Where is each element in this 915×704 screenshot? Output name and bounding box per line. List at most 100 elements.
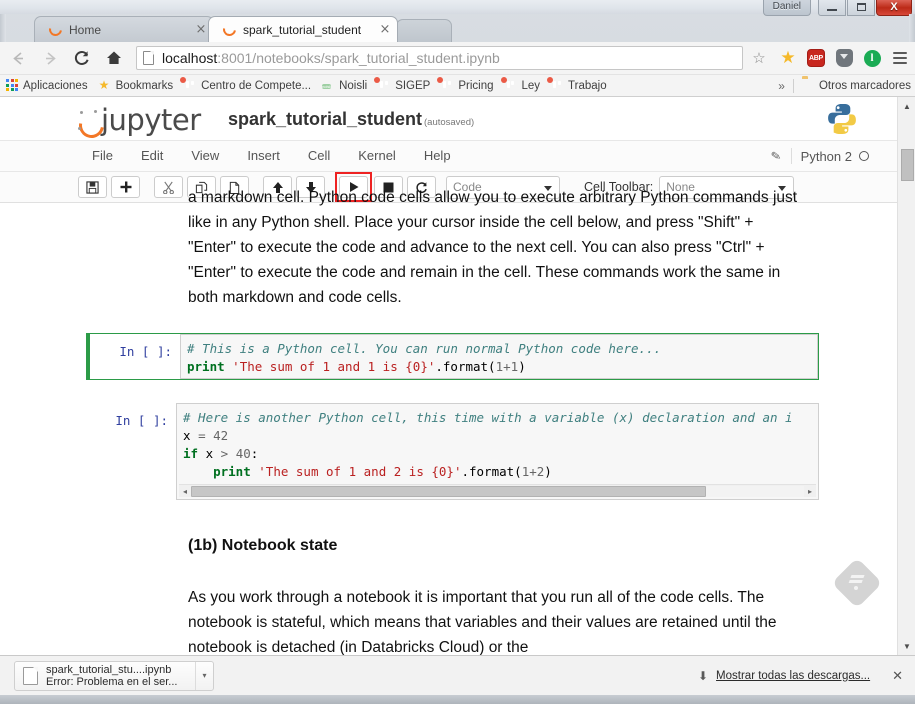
- code-line: if x > 40:: [177, 445, 818, 463]
- code-line: # This is a Python cell. You can run nor…: [181, 340, 817, 358]
- scroll-track[interactable]: [191, 485, 804, 497]
- menu-kernel[interactable]: Kernel: [344, 141, 410, 171]
- code-token: 40: [235, 446, 251, 461]
- star-glyph: ★: [780, 48, 796, 67]
- cell-prompt: In [ ]:: [115, 413, 168, 428]
- bookmark-label: Aplicaciones: [23, 79, 88, 92]
- code-token: print: [187, 359, 225, 374]
- bookmark-pricing[interactable]: Pricing: [437, 77, 494, 92]
- forward-button[interactable]: [36, 44, 64, 72]
- scroll-up-arrow-icon[interactable]: ▲: [898, 97, 915, 115]
- menu-file[interactable]: File: [78, 141, 127, 171]
- back-button[interactable]: [4, 44, 32, 72]
- home-button[interactable]: [100, 44, 128, 72]
- trello-icon: [180, 77, 197, 92]
- address-bar[interactable]: localhost:8001/notebooks/spark_tutorial_…: [136, 46, 743, 70]
- feedly-icon: [849, 575, 865, 591]
- markdown-paragraph-top: a markdown cell. Python code cells allow…: [188, 189, 798, 306]
- pocket-icon[interactable]: l: [859, 45, 885, 71]
- chrome-menu-icon[interactable]: [887, 45, 913, 71]
- bookmark-bookmarks[interactable]: ★ Bookmarks: [99, 79, 174, 92]
- folder-icon: [802, 79, 815, 92]
- cell-input-area[interactable]: # Here is another Python cell, this time…: [176, 403, 819, 500]
- show-all-downloads-link[interactable]: Mostrar todas las descargas...: [716, 670, 870, 682]
- bookmark-label: Bookmarks: [115, 79, 174, 92]
- reload-button[interactable]: [68, 44, 96, 72]
- scissors-icon: [163, 181, 174, 194]
- menu-help[interactable]: Help: [410, 141, 465, 171]
- menu-edit[interactable]: Edit: [127, 141, 177, 171]
- bookmarks-overflow-button[interactable]: »: [778, 79, 785, 93]
- download-menu-caret-icon[interactable]: ▾: [195, 661, 213, 690]
- bookmark-label: Ley: [521, 79, 541, 92]
- browser-tab-home[interactable]: Home ×: [34, 16, 214, 42]
- adblock-plus-icon[interactable]: ABP: [803, 45, 829, 71]
- bookmark-label: Pricing: [458, 79, 494, 92]
- code-line: x = 42: [177, 427, 818, 445]
- kernel-name-label: Python 2: [800, 148, 852, 164]
- trello-icon: [547, 77, 564, 92]
- insert-cell-button[interactable]: [111, 176, 140, 198]
- jupyter-logo[interactable]: jupyter: [78, 103, 201, 137]
- forward-arrow-icon: [45, 51, 56, 65]
- bookmark-manager-star-icon[interactable]: ★: [775, 45, 801, 71]
- bookmark-ley[interactable]: Ley: [500, 77, 541, 92]
- code-token: 'The sum of 1 and 2 is {0}': [258, 464, 462, 479]
- bookmark-centro-de-competencia[interactable]: Centro de Compete...: [180, 77, 311, 92]
- markdown-paragraph-bottom: As you work through a notebook it is imp…: [188, 589, 777, 655]
- cell-input-area[interactable]: # This is a Python cell. You can run nor…: [180, 334, 818, 379]
- trello-icon: [374, 77, 391, 92]
- url-host: localhost: [162, 50, 218, 66]
- downloads-bar-close-icon[interactable]: ✕: [892, 668, 903, 684]
- jupyter-header: jupyter spark_tutorial_student (autosave…: [0, 97, 897, 141]
- scrollbar-thumb[interactable]: [901, 149, 914, 181]
- cut-cell-button[interactable]: [154, 176, 183, 198]
- scroll-thumb[interactable]: [191, 485, 706, 497]
- menu-view[interactable]: View: [177, 141, 233, 171]
- close-icon: X: [890, 1, 898, 13]
- scroll-left-arrow-icon[interactable]: ◂: [179, 487, 191, 496]
- code-token: 42: [213, 428, 229, 443]
- window-bottom-edge: [0, 695, 915, 704]
- download-arrow-icon: ⬇: [697, 668, 709, 683]
- bookmark-folder-otros-marcadores[interactable]: Otros marcadores: [802, 79, 911, 92]
- browser-tabstrip: Home × spark_tutorial_student ×: [0, 14, 915, 42]
- browser-tab-spark-tutorial-student[interactable]: spark_tutorial_student ×: [208, 16, 398, 42]
- scroll-right-arrow-icon[interactable]: ▸: [804, 487, 816, 496]
- bookmark-aplicaciones[interactable]: Aplicaciones: [6, 79, 88, 92]
- autosave-status: (autosaved): [424, 117, 475, 128]
- jupyter-swoosh-icon: [78, 110, 100, 132]
- bookmarks-bar: Aplicaciones ★ Bookmarks Centro de Compe…: [0, 75, 915, 97]
- code-token: :: [250, 446, 259, 461]
- trello-icon: [437, 77, 454, 92]
- code-token: 'The sum of 1 and 1 is {0}': [232, 359, 436, 374]
- divider: [790, 148, 792, 164]
- tab-close-icon[interactable]: ×: [377, 22, 393, 38]
- bookmark-trabajo[interactable]: Trabajo: [547, 77, 607, 92]
- bookmark-star-icon[interactable]: ☆: [747, 49, 771, 67]
- code-cell-2[interactable]: In [ ]: # Here is another Python cell, t…: [86, 403, 819, 500]
- bookmark-sigep[interactable]: SIGEP: [374, 77, 430, 92]
- hamburger-glyph: [893, 49, 907, 67]
- menu-insert[interactable]: Insert: [233, 141, 294, 171]
- code-cell-1[interactable]: In [ ]: # This is a Python cell. You can…: [86, 333, 819, 380]
- cell-horizontal-scrollbar[interactable]: ◂ ▸: [179, 484, 816, 497]
- notebook-title[interactable]: spark_tutorial_student: [228, 109, 422, 130]
- window-titlebar: Daniel X: [0, 0, 915, 16]
- menu-cell[interactable]: Cell: [294, 141, 344, 171]
- kernel-status-area: ✎ Python 2: [769, 148, 869, 164]
- jupyter-circle-icon: [49, 23, 62, 36]
- page-scrollbar[interactable]: ▲ ▼: [897, 97, 915, 655]
- download-status: Error: Problema en el ser...: [46, 675, 178, 688]
- scroll-down-arrow-icon[interactable]: ▼: [898, 637, 915, 655]
- code-line: print 'The sum of 1 and 2 is {0}'.format…: [177, 463, 818, 481]
- new-tab-button[interactable]: [396, 19, 452, 42]
- save-button[interactable]: [78, 176, 107, 198]
- bookmark-label: Trabajo: [568, 79, 607, 92]
- tab-close-icon[interactable]: ×: [193, 22, 209, 38]
- shield-down-icon[interactable]: [831, 45, 857, 71]
- bookmark-noisli[interactable]: noisli Noisli: [322, 79, 367, 92]
- download-item[interactable]: spark_tutorial_stu....ipynb Error: Probl…: [14, 660, 214, 691]
